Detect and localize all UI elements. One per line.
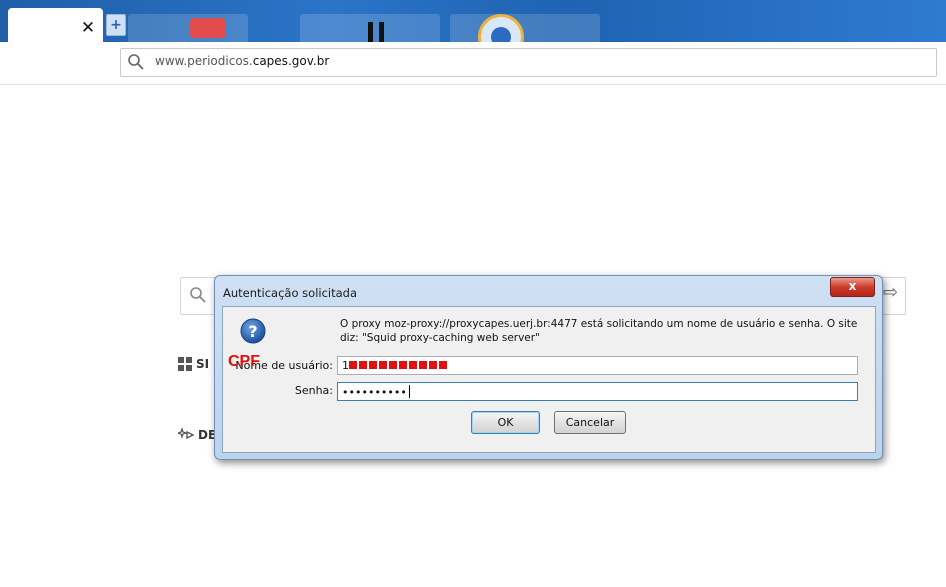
url-text[interactable]: www.periodicos.capes.gov.br xyxy=(155,54,329,68)
new-tab-button[interactable]: + xyxy=(106,14,126,36)
close-tab-icon[interactable]: ✕ xyxy=(78,18,98,38)
auth-dialog: Autenticação solicitada x ? O proxy moz-… xyxy=(214,275,883,460)
active-tab[interactable]: ✕ xyxy=(8,8,103,44)
password-field[interactable]: •••••••••• xyxy=(337,382,858,401)
password-value: •••••••••• xyxy=(342,386,407,399)
toolbar: www.periodicos.capes.gov.br xyxy=(0,42,946,85)
tab-strip: ✕ + xyxy=(0,0,946,60)
dialog-title: Autenticação solicitada xyxy=(223,286,358,300)
dialog-body: ? O proxy moz-proxy://proxycapes.uerj.br… xyxy=(222,306,876,453)
background-tab[interactable] xyxy=(450,14,600,42)
redaction-marks xyxy=(349,359,449,372)
search-icon xyxy=(128,54,144,70)
ok-button[interactable]: OK xyxy=(471,411,540,434)
dialog-close-button[interactable]: x xyxy=(830,277,875,297)
url-prefix: www.periodicos. xyxy=(155,54,253,68)
cancel-button[interactable]: Cancelar xyxy=(554,411,626,434)
question-icon: ? xyxy=(240,318,266,344)
cpf-annotation: CPF xyxy=(228,353,260,370)
page-nav-item[interactable]: SI xyxy=(196,357,209,371)
tab-favicon xyxy=(190,18,226,38)
grid-icon xyxy=(178,357,192,371)
svg-text:?: ? xyxy=(248,322,257,341)
password-label: Senha: xyxy=(294,384,333,397)
text-caret xyxy=(408,385,410,398)
tab-favicon xyxy=(368,22,384,42)
dialog-message: O proxy moz-proxy://proxycapes.uerj.br:4… xyxy=(340,318,858,344)
username-value: 1 xyxy=(342,359,349,372)
sparkle-icon xyxy=(178,427,195,440)
search-submit-arrow-icon[interactable]: ⇨ xyxy=(883,284,901,302)
background-tab[interactable] xyxy=(128,14,248,42)
address-bar[interactable]: www.periodicos.capes.gov.br xyxy=(120,48,937,77)
username-field[interactable]: 1 xyxy=(337,356,858,375)
search-icon xyxy=(190,287,206,303)
browser-window: ✕ + www.periodicos.capes.gov.br ⇨ SI DE … xyxy=(0,0,946,587)
url-host: capes.gov.br xyxy=(252,54,330,68)
